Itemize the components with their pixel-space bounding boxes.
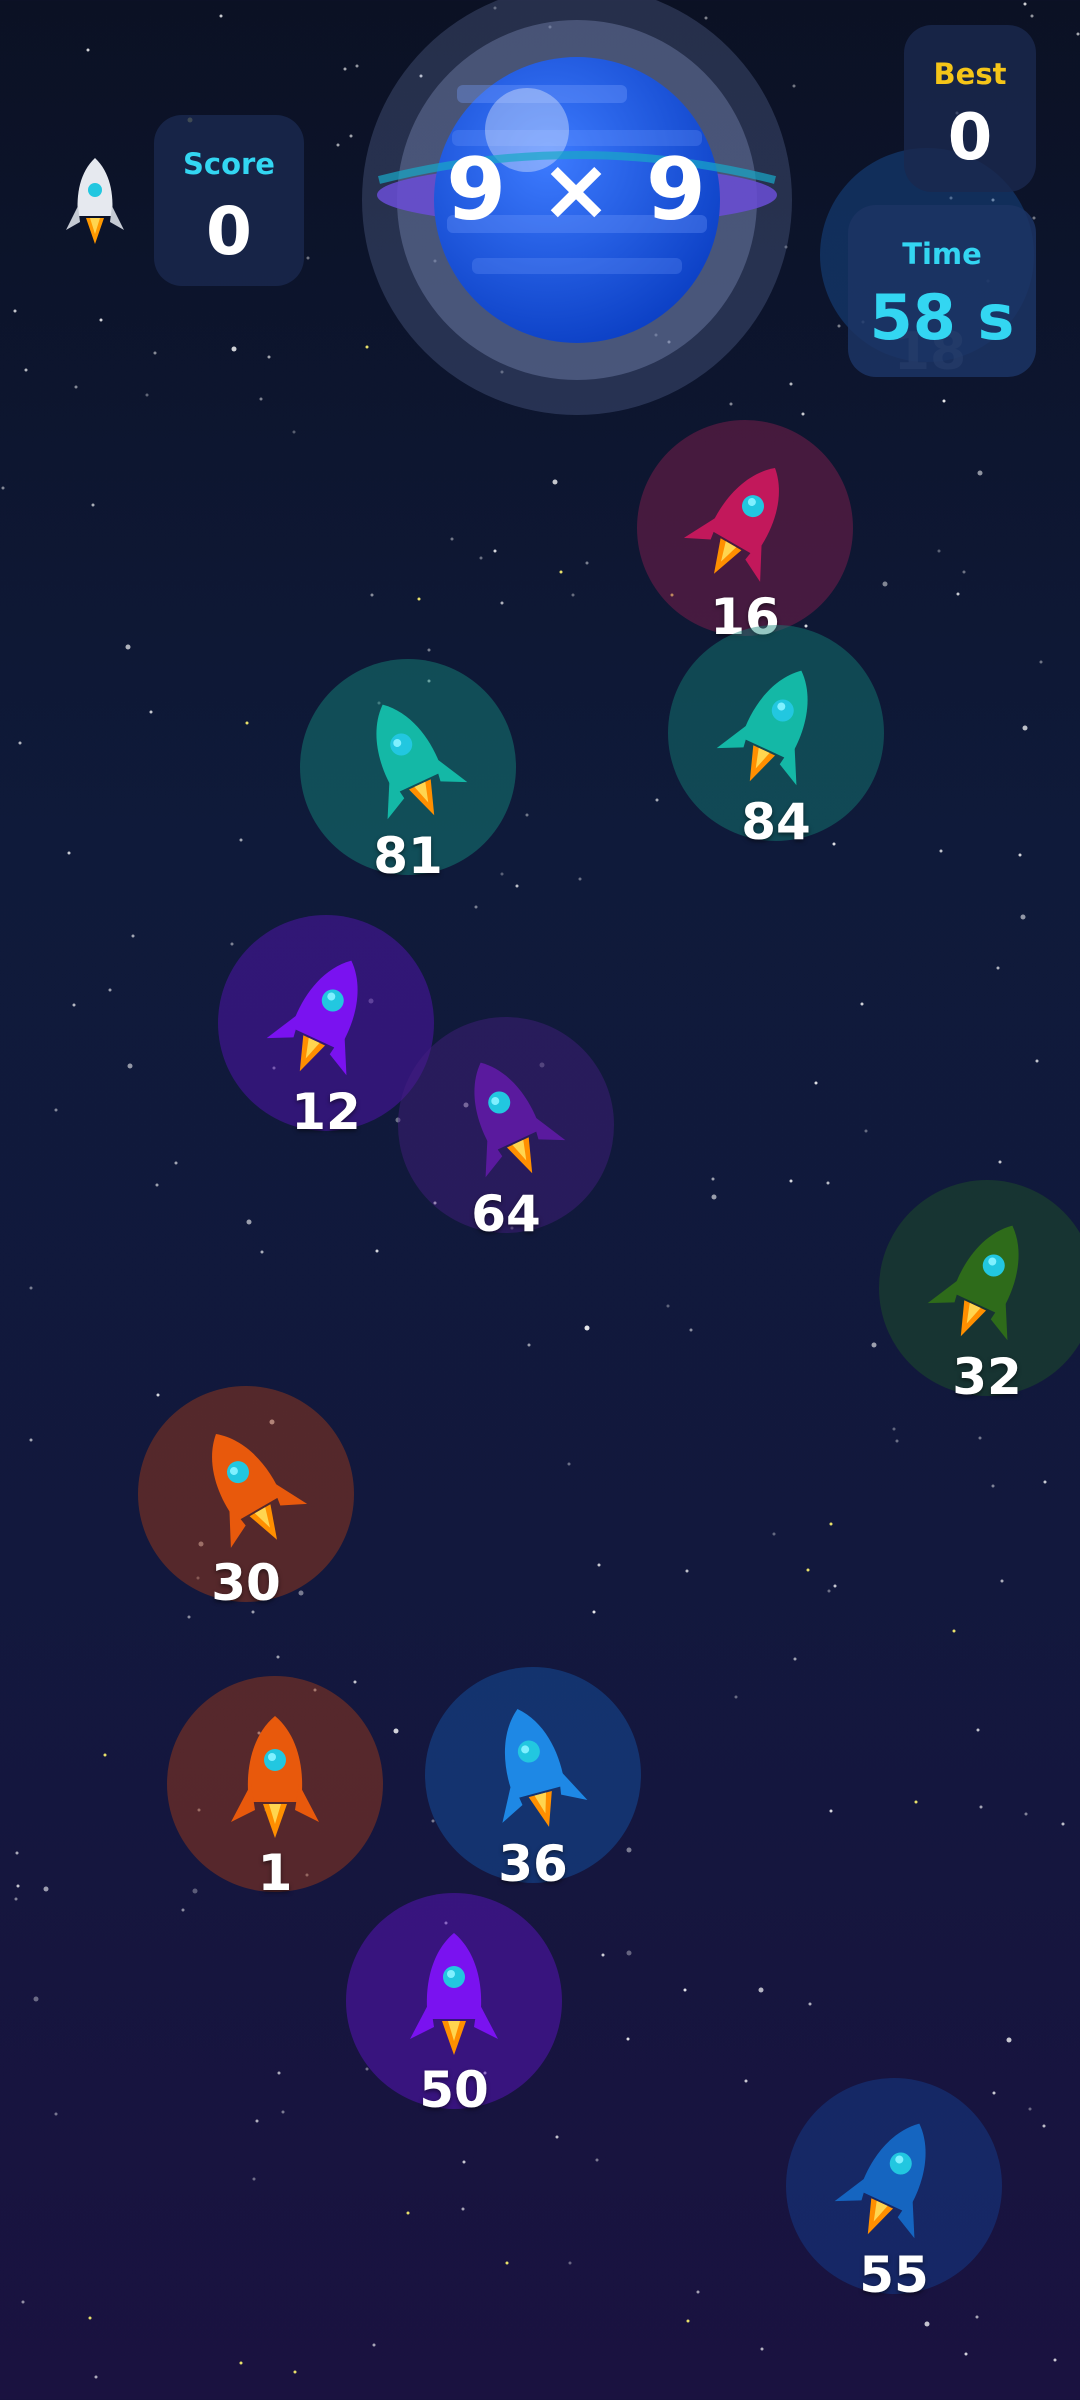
rocket-answer-label: 32 bbox=[952, 1348, 1022, 1406]
rocket-answer-84[interactable]: 84 bbox=[668, 625, 884, 851]
time-label: Time bbox=[902, 237, 982, 271]
rocket-answer-64[interactable]: 64 bbox=[398, 1017, 614, 1243]
score-panel: Score 0 bbox=[154, 115, 304, 286]
rocket-answer-label: 30 bbox=[211, 1554, 281, 1612]
question-text: 9 × 9 bbox=[446, 140, 708, 240]
rocket-answer-label: 50 bbox=[419, 2061, 489, 2119]
rocket-answer-label: 36 bbox=[498, 1835, 568, 1893]
rocket-answer-81[interactable]: 81 bbox=[300, 659, 516, 885]
player-rocket-icon bbox=[66, 158, 124, 244]
rocket-answer-label: 55 bbox=[859, 2246, 929, 2304]
rocket-answer-32[interactable]: 32 bbox=[879, 1180, 1080, 1406]
time-value: 58 s bbox=[869, 281, 1015, 354]
rocket-answer-30[interactable]: 30 bbox=[138, 1386, 354, 1612]
rocket-answer-16[interactable]: 16 bbox=[637, 420, 853, 646]
best-panel: Best 0 bbox=[904, 25, 1036, 192]
score-value: 0 bbox=[206, 193, 252, 270]
rocket-answer-1[interactable]: 1 bbox=[167, 1676, 383, 1902]
best-label: Best bbox=[933, 57, 1007, 91]
time-panel: Time 58 s bbox=[848, 205, 1036, 377]
best-value: 0 bbox=[947, 101, 993, 175]
rocket-answer-36[interactable]: 36 bbox=[425, 1667, 641, 1893]
rocket-answer-label: 81 bbox=[373, 827, 443, 885]
score-label: Score bbox=[183, 147, 275, 181]
rocket-answer-50[interactable]: 50 bbox=[346, 1893, 562, 2119]
rocket-answer-label: 64 bbox=[471, 1185, 541, 1243]
rocket-answer-55[interactable]: 55 bbox=[786, 2078, 1002, 2304]
rocket-answer-label: 84 bbox=[741, 793, 811, 851]
